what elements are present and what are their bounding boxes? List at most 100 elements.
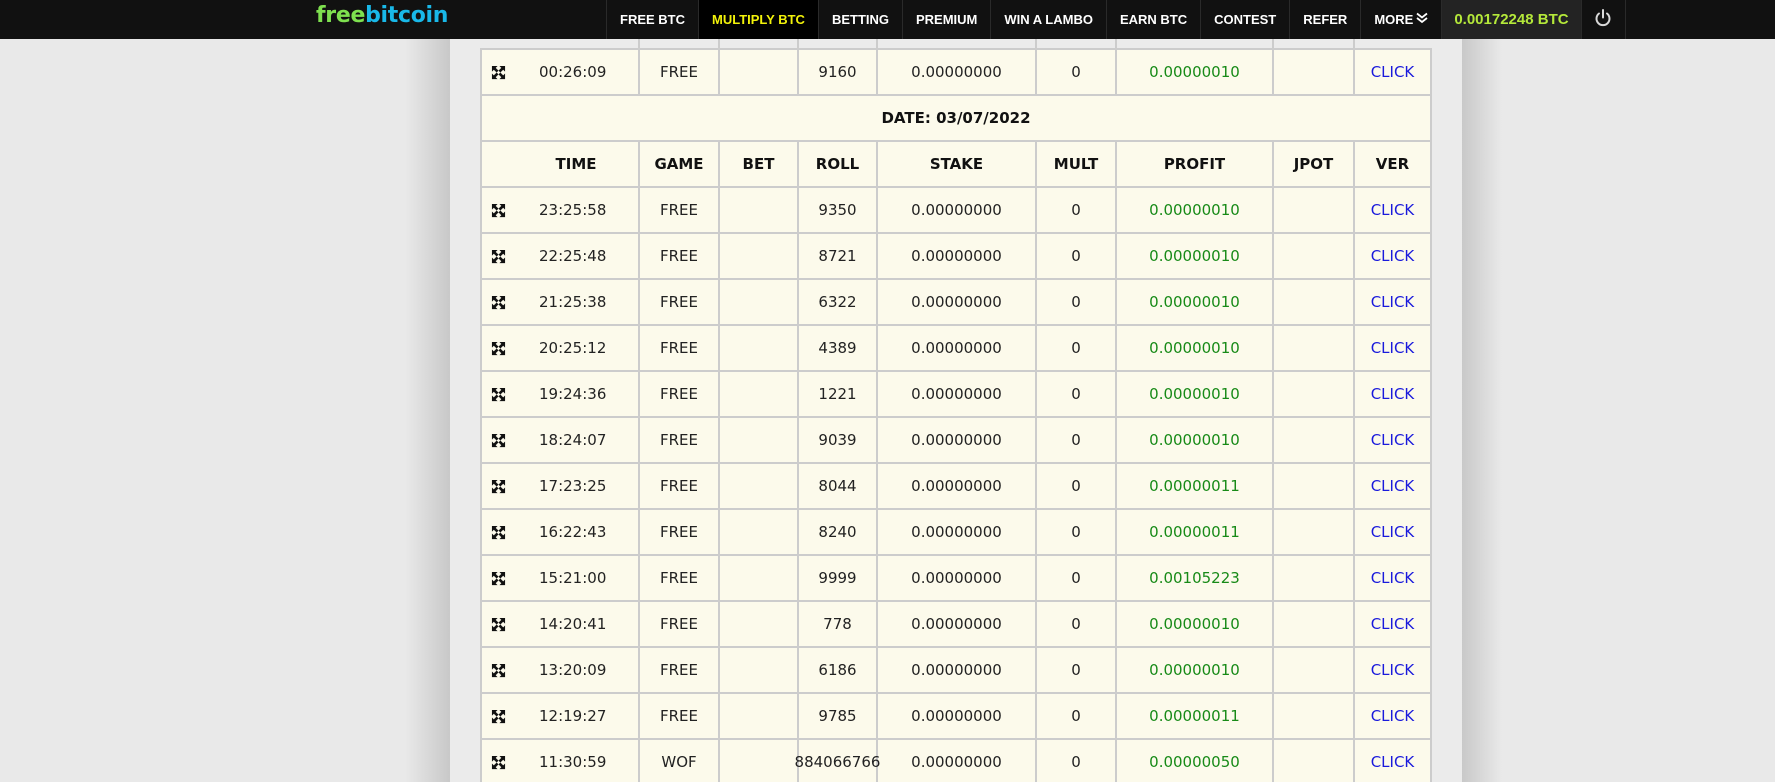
cell-roll: 8721 (799, 234, 878, 278)
nav-item-label: CONTEST (1214, 12, 1277, 27)
expand-arrows-icon[interactable] (491, 65, 506, 80)
nav-item-premium[interactable]: PREMIUM (902, 0, 990, 39)
col-header-time: TIME (514, 142, 640, 186)
cell-profit: 0.00000011 (1117, 464, 1274, 508)
cell-stake: 0.00000000 (878, 418, 1037, 462)
expand-arrows-icon[interactable] (491, 433, 506, 448)
table-row: 15:21:00 FREE 9999 0.00000000 0 0.001052… (482, 556, 1430, 602)
nav-item-contest[interactable]: CONTEST (1200, 0, 1289, 39)
col-header-expand (482, 142, 514, 186)
cell-mult: 0 (1037, 280, 1117, 324)
cell-stake: 0.00000000 (878, 740, 1037, 782)
nav-item-label: MULTIPLY BTC (712, 12, 805, 27)
cell-roll: 6186 (799, 648, 878, 692)
cell-profit: 0.00000010 (1117, 280, 1274, 324)
expand-arrows-icon[interactable] (491, 755, 506, 770)
expand-arrows-icon[interactable] (491, 295, 506, 310)
expand-arrows-icon[interactable] (491, 341, 506, 356)
cell-time: 21:25:38 (514, 280, 640, 324)
cell-stake: 0.00000000 (878, 326, 1037, 370)
expand-arrows-icon[interactable] (491, 203, 506, 218)
expand-arrows-icon[interactable] (491, 387, 506, 402)
nav-item-label: MORE (1374, 12, 1414, 27)
cell-roll: 1221 (799, 372, 878, 416)
col-header-stake: STAKE (878, 142, 1037, 186)
cell-time: 19:24:36 (514, 372, 640, 416)
nav-item-label: EARN BTC (1119, 12, 1188, 27)
nav-item-label: BETTING (831, 12, 889, 27)
nav-item-more[interactable]: MORE (1360, 0, 1441, 39)
nav-item-refer[interactable]: REFER (1289, 0, 1360, 39)
cell-profit: 0.00000010 (1117, 372, 1274, 416)
cell-roll: 778 (799, 602, 878, 646)
page-shadow-right (1462, 39, 1502, 782)
cell-time: 22:25:48 (514, 234, 640, 278)
cell-jpot (1274, 740, 1355, 782)
cell-roll: 9350 (799, 188, 878, 232)
verify-link[interactable]: CLICK (1371, 569, 1415, 587)
nav-item-free-btc[interactable]: FREE BTC (606, 0, 698, 39)
verify-link[interactable]: CLICK (1371, 477, 1415, 495)
verify-link[interactable]: CLICK (1371, 431, 1415, 449)
verify-link[interactable]: CLICK (1371, 615, 1415, 633)
verify-link[interactable]: CLICK (1371, 385, 1415, 403)
cell-bet (720, 694, 799, 738)
nav-item-multiply-btc[interactable]: MULTIPLY BTC (698, 0, 818, 39)
cell-mult: 0 (1037, 188, 1117, 232)
cell-game: FREE (640, 418, 720, 462)
cell-game: FREE (640, 234, 720, 278)
nav-item-earn-btc[interactable]: EARN BTC (1105, 0, 1200, 39)
col-header-roll: ROLL (799, 142, 878, 186)
cell-jpot (1274, 234, 1355, 278)
verify-link[interactable]: CLICK (1371, 753, 1415, 771)
cell-jpot (1274, 418, 1355, 462)
expand-arrows-icon[interactable] (491, 571, 506, 586)
cell-bet (720, 280, 799, 324)
nav-item-win-a-lambo[interactable]: WIN A LAMBO (990, 0, 1106, 39)
expand-arrows-icon[interactable] (491, 709, 506, 724)
col-header-game: GAME (640, 142, 720, 186)
cell-roll: 8044 (799, 464, 878, 508)
cell-mult: 0 (1037, 556, 1117, 600)
table-row: 20:25:12 FREE 4389 0.00000000 0 0.000000… (482, 326, 1430, 372)
verify-link[interactable]: CLICK (1371, 247, 1415, 265)
site-logo[interactable]: freebitcoin (316, 3, 448, 28)
expand-arrows-icon[interactable] (491, 617, 506, 632)
verify-link[interactable]: CLICK (1371, 63, 1415, 81)
cell-time: 00:26:09 (514, 50, 640, 94)
power-icon (1593, 8, 1613, 32)
cell-game: FREE (640, 326, 720, 370)
balance-display: 0.00172248 BTC (1441, 0, 1581, 39)
double-chevron-down-icon (1416, 12, 1428, 27)
cell-profit: 0.00000010 (1117, 234, 1274, 278)
cell-jpot (1274, 50, 1355, 94)
cell-stake: 0.00000000 (878, 648, 1037, 692)
cell-profit: 0.00000010 (1117, 648, 1274, 692)
expand-arrows-icon[interactable] (491, 479, 506, 494)
expand-arrows-icon[interactable] (491, 663, 506, 678)
table-row: 18:24:07 FREE 9039 0.00000000 0 0.000000… (482, 418, 1430, 464)
logout-button[interactable] (1580, 0, 1626, 39)
col-header-profit: PROFIT (1117, 142, 1274, 186)
cell-jpot (1274, 464, 1355, 508)
expand-arrows-icon[interactable] (491, 525, 506, 540)
cell-profit: 0.00000050 (1117, 740, 1274, 782)
verify-link[interactable]: CLICK (1371, 707, 1415, 725)
nav-item-label: REFER (1303, 12, 1348, 27)
verify-link[interactable]: CLICK (1371, 661, 1415, 679)
cell-roll: 8240 (799, 510, 878, 554)
cell-bet (720, 234, 799, 278)
nav-item-betting[interactable]: BETTING (817, 0, 902, 39)
table-row: 23:25:58 FREE 9350 0.00000000 0 0.000000… (482, 188, 1430, 234)
verify-link[interactable]: CLICK (1371, 293, 1415, 311)
expand-arrows-icon[interactable] (491, 249, 506, 264)
cell-profit: 0.00000010 (1117, 602, 1274, 646)
cell-game: FREE (640, 188, 720, 232)
verify-link[interactable]: CLICK (1371, 201, 1415, 219)
verify-link[interactable]: CLICK (1371, 339, 1415, 357)
verify-link[interactable]: CLICK (1371, 523, 1415, 541)
table-row: 21:25:38 FREE 6322 0.00000000 0 0.000000… (482, 280, 1430, 326)
cell-jpot (1274, 326, 1355, 370)
cell-mult: 0 (1037, 648, 1117, 692)
table-row: 12:19:27 FREE 9785 0.00000000 0 0.000000… (482, 694, 1430, 740)
